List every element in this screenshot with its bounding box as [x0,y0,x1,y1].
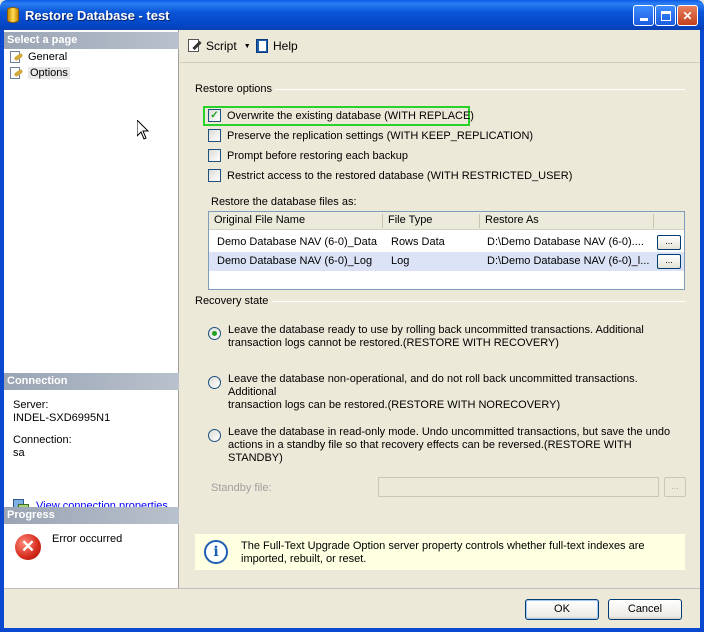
window-frame-right [700,30,704,632]
column-header-type[interactable]: File Type [388,214,432,226]
standby-file-label: Standby file: [211,482,272,494]
page-item-label: General [28,51,68,63]
browse-button[interactable]: ... [657,254,681,269]
restore-files-label: Restore the database files as: [211,196,357,208]
options-panel: Restore options ✓ Overwrite the existing… [180,64,700,588]
connection-value: sa [13,447,25,459]
group-divider [272,301,685,302]
chevron-down-icon[interactable]: ▼ [244,43,251,50]
maximize-button[interactable] [655,5,676,26]
script-label: Script [206,39,237,53]
option-with-replace[interactable]: ✓ Overwrite the existing database (WITH … [208,109,474,122]
browse-button[interactable]: ... [657,235,681,250]
maximize-icon [660,10,671,21]
connection-label: Connection: [13,434,72,446]
group-divider [275,89,685,90]
select-page-header: Select a page [4,32,179,49]
radio-norecovery[interactable] [208,376,221,389]
cell-restore-as[interactable]: D:\Demo Database NAV (6-0)_l... [487,255,653,267]
option-label: Restrict access to the restored database… [227,169,573,182]
window-title: Restore Database - test [25,8,170,23]
database-icon [7,7,19,23]
connection-header: Connection [4,373,179,390]
server-value: INDEL-SXD6995N1 [13,412,111,424]
recovery-option-text: Leave the database ready to use by rolli… [228,324,644,350]
script-button[interactable]: Script ▼ [187,39,251,53]
dialog-footer: OK Cancel [4,588,700,628]
cell-restore-as[interactable]: D:\Demo Database NAV (6-0).... [487,236,653,248]
info-message: i The Full-Text Upgrade Option server pr… [195,534,685,570]
grid-header: Original File Name File Type Restore As [209,212,684,230]
page-settings-icon [8,66,24,80]
recovery-state-title: Recovery state [195,295,269,307]
option-restricted-user[interactable]: Restrict access to the restored database… [208,169,572,182]
page-settings-icon [8,50,24,64]
standby-file-input[interactable] [378,477,659,497]
radio-standby[interactable] [208,429,221,442]
restore-files-grid[interactable]: Original File Name File Type Restore As … [208,211,685,290]
option-label: Prompt before restoring each backup [227,149,408,162]
recovery-option-line: transaction logs cannot be restored.(RES… [228,337,559,349]
radio-recovery[interactable] [208,327,221,340]
recovery-option-line: Leave the database in read-only mode. Un… [228,426,671,438]
left-pane: Select a page General Options Connection… [4,30,179,588]
info-icon: i [204,540,228,564]
column-header-restore-as[interactable]: Restore As [485,214,539,226]
table-row[interactable]: Demo Database NAV (6-0)_Log Log D:\Demo … [209,252,684,271]
page-item-general[interactable]: General [8,50,67,64]
column-header-original[interactable]: Original File Name [214,214,305,226]
recovery-option-standby[interactable]: Leave the database in read-only mode. Un… [208,426,688,465]
close-icon: ✕ [682,8,693,23]
ok-button[interactable]: OK [525,599,599,620]
recovery-option-text: Leave the database non-operational, and … [228,373,688,412]
recovery-option-line: transaction logs can be restored.(RESTOR… [228,399,561,411]
checkbox-restricted-user[interactable] [208,169,221,182]
script-icon [187,39,202,53]
option-label: Overwrite the existing database (WITH RE… [227,109,474,122]
recovery-option-text: Leave the database in read-only mode. Un… [228,426,688,465]
help-icon [255,39,269,53]
progress-header: Progress [4,507,179,524]
cell-type: Rows Data [391,236,445,248]
standby-browse-button[interactable]: ... [664,477,686,497]
title-bar[interactable]: Restore Database - test ✕ [0,0,704,30]
help-button[interactable]: Help [255,39,298,53]
cancel-button[interactable]: Cancel [608,599,682,620]
recovery-option-line: Leave the database ready to use by rolli… [228,324,644,336]
restore-options-title: Restore options [195,83,273,95]
checkbox-keep-replication[interactable] [208,129,221,142]
cell-type: Log [391,255,410,267]
recovery-option-recovery[interactable]: Leave the database ready to use by rolli… [208,324,688,350]
page-item-label: Options [28,67,70,79]
window-frame-bottom [0,628,704,632]
minimize-button[interactable] [633,5,654,26]
option-label: Preserve the replication settings (WITH … [227,129,534,142]
page-item-options[interactable]: Options [8,66,70,80]
minimize-icon [639,18,648,21]
help-label: Help [273,39,298,53]
option-prompt-before-restore[interactable]: Prompt before restoring each backup [208,149,408,162]
close-button[interactable]: ✕ [677,5,698,26]
option-keep-replication[interactable]: Preserve the replication settings (WITH … [208,129,533,142]
cell-original: Demo Database NAV (6-0)_Log [217,255,373,267]
server-label: Server: [13,399,49,411]
progress-status: Error occurred [52,533,123,545]
cell-original: Demo Database NAV (6-0)_Data [217,236,377,248]
table-row[interactable]: Demo Database NAV (6-0)_Data Rows Data D… [209,233,684,252]
info-text: The Full-Text Upgrade Option server prop… [241,540,645,565]
checkbox-prompt-before-restore[interactable] [208,149,221,162]
mouse-cursor-icon [137,120,149,140]
recovery-option-line: Leave the database non-operational, and … [228,373,638,398]
error-icon: ✕ [15,534,41,560]
toolbar: Script ▼ Help [180,30,700,63]
recovery-option-norecovery[interactable]: Leave the database non-operational, and … [208,373,688,412]
recovery-option-line: actions in a standby file so that recove… [228,439,632,464]
checkbox-with-replace[interactable]: ✓ [208,109,221,122]
